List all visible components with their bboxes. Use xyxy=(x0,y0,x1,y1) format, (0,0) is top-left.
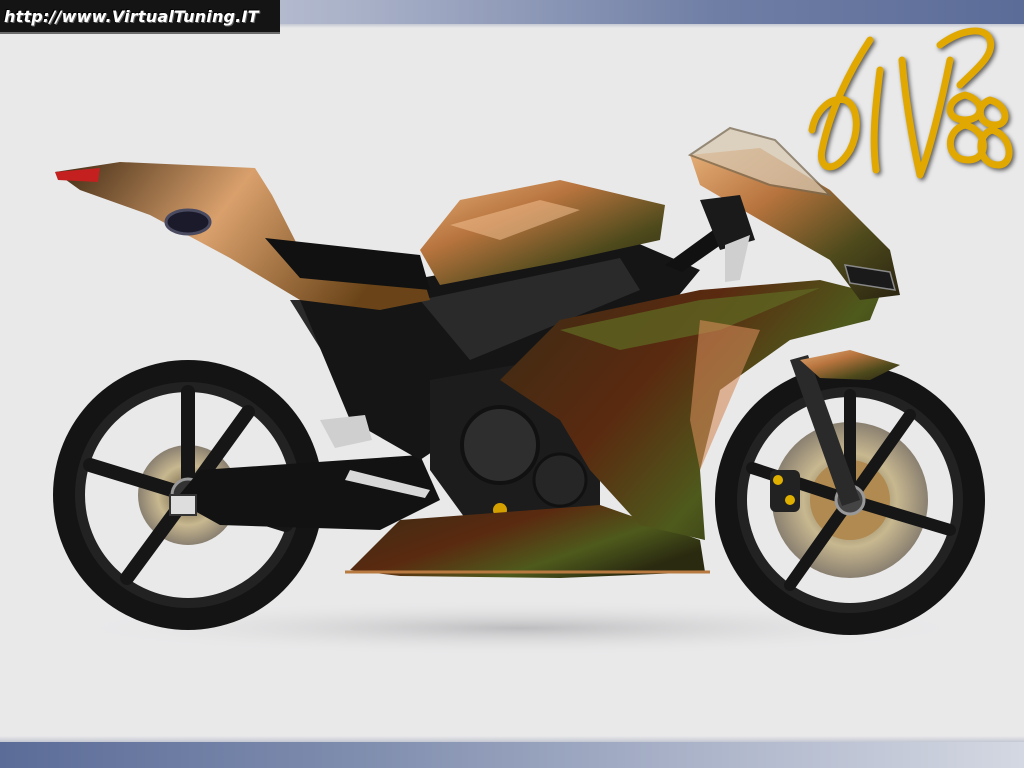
tail-section xyxy=(55,162,430,310)
motorcycle-photo xyxy=(53,126,985,656)
footpeg xyxy=(320,415,372,448)
handlebar xyxy=(665,195,755,282)
bottom-banner-bar xyxy=(0,742,1024,768)
